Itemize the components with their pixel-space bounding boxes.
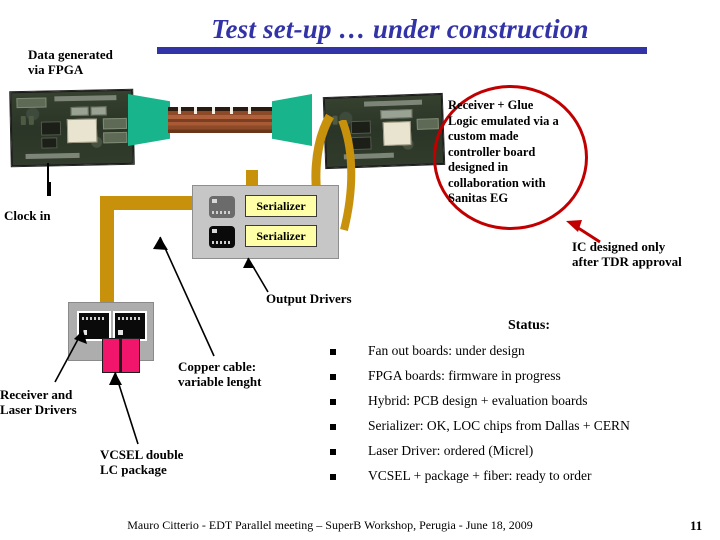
serializer-board: Serializer Serializer	[192, 185, 339, 259]
pcb-chip	[90, 106, 107, 116]
status-item-text: FPGA boards: firmware in progress	[368, 368, 561, 383]
label-receiver-laser-drivers: Receiver and Laser Drivers	[0, 387, 130, 417]
chip-pins	[212, 241, 230, 244]
ribbon-tooth	[212, 107, 215, 114]
page-number: 11	[690, 518, 703, 533]
fpga-board-photo	[9, 88, 135, 168]
chip-marker	[212, 199, 217, 203]
label-vcsel-package: VCSEL double LC package	[100, 447, 230, 477]
label-ic-designed-line1: IC designed only	[572, 239, 666, 254]
connector-shell-left	[128, 94, 170, 146]
title-underline-bar	[157, 47, 647, 54]
pcb-chip	[380, 109, 413, 120]
status-list-item: Hybrid: PCB design + evaluation boards	[330, 393, 710, 418]
slide-canvas: Test set-up … under construction Data ge…	[0, 0, 720, 540]
pcb-header-strip	[363, 99, 423, 107]
status-item-text: Serializer: OK, LOC chips from Dallas + …	[368, 418, 630, 433]
receiver-glue-logic-text: Receiver + Glue Logic emulated via a cus…	[448, 98, 559, 205]
label-vcsel-line2: LC package	[100, 461, 167, 477]
footer-text: Mauro Citterio - EDT Parallel meeting – …	[127, 518, 533, 532]
status-heading: Status:	[508, 318, 551, 333]
chip-marker	[82, 330, 87, 335]
chip-pins	[118, 317, 142, 320]
pcb-connector	[16, 97, 47, 109]
pcb-chip	[70, 106, 89, 117]
pcb-capacitor	[20, 115, 26, 126]
page-title: Test set-up … under construction	[211, 14, 589, 44]
bullet-square-icon	[330, 399, 336, 405]
status-list-item: Laser Driver: ordered (Micrel)	[330, 443, 710, 468]
status-item-text: Laser Driver: ordered (Micrel)	[368, 443, 534, 458]
pcb-capacitor	[28, 115, 34, 125]
pcb-chip	[40, 121, 62, 136]
pcb-chip	[41, 137, 58, 149]
label-data-generated-line2: via FPGA	[28, 61, 84, 77]
vcsel-lc-package	[102, 338, 140, 373]
status-list-item: Fan out boards: under design	[330, 343, 710, 368]
ribbon-tooth	[248, 107, 251, 114]
status-list-item: VCSEL + package + fiber: ready to order	[330, 468, 710, 493]
chip-marker	[212, 229, 217, 233]
label-copper-cable: Copper cable: variable lenght	[178, 359, 318, 389]
status-list-item: Serializer: OK, LOC chips from Dallas + …	[330, 418, 710, 443]
label-copper-cable-line2: variable lenght	[178, 373, 262, 389]
bullet-square-icon	[330, 424, 336, 430]
pcb-header-strip	[54, 95, 117, 102]
status-list: Fan out boards: under design FPGA boards…	[330, 343, 710, 493]
gold-cable-vertical	[100, 196, 114, 306]
label-receiver-laser-line1: Receiver and	[0, 387, 73, 402]
pcb-connector	[416, 118, 439, 130]
label-data-generated-line1: Data generated	[28, 47, 113, 62]
chip-pins	[212, 211, 230, 214]
gold-cable-horizontal	[100, 196, 196, 210]
label-vcsel-line1: VCSEL double	[100, 447, 184, 462]
copper-ribbon-cable	[168, 107, 274, 133]
pcb-fpga-die	[66, 118, 98, 144]
label-data-generated: Data generated via FPGA	[28, 47, 148, 77]
pcb-fpga-die	[382, 121, 412, 147]
label-receiver-laser-line2: Laser Drivers	[0, 401, 77, 417]
serializer-label-box-2: Serializer	[245, 225, 317, 247]
label-copper-cable-line1: Copper cable:	[178, 359, 257, 374]
serializer-chip-2-icon	[209, 226, 235, 248]
label-output-drivers: Output Drivers	[266, 291, 352, 306]
status-item-text: VCSEL + package + fiber: ready to order	[368, 468, 592, 483]
pcb-connector	[102, 117, 128, 130]
bullet-square-icon	[330, 474, 336, 480]
pcb-connector	[103, 131, 128, 144]
serializer-label-box-1: Serializer	[245, 195, 317, 217]
bullet-square-icon	[330, 449, 336, 455]
laser-driver-chip-2-icon	[113, 311, 147, 341]
ribbon-tooth	[178, 107, 181, 114]
status-item-text: Fan out boards: under design	[368, 343, 525, 358]
status-item-text: Hybrid: PCB design + evaluation boards	[368, 393, 588, 408]
bullet-square-icon	[330, 374, 336, 380]
ribbon-tooth	[194, 107, 197, 114]
label-ic-designed: IC designed only after TDR approval	[572, 239, 720, 269]
serializer-chip-1-icon	[209, 196, 235, 218]
chip-pins	[82, 317, 106, 320]
status-list-item: FPGA boards: firmware in progress	[330, 368, 710, 393]
vcsel-divider	[119, 339, 122, 372]
ribbon-tooth	[230, 107, 233, 114]
label-ic-designed-line2: after TDR approval	[572, 253, 682, 269]
laser-driver-chip-1-icon	[77, 311, 111, 341]
label-clock-in: Clock in	[4, 208, 51, 223]
bullet-square-icon	[330, 349, 336, 355]
chip-marker	[118, 330, 123, 335]
pcb-edge-connector	[25, 152, 80, 159]
